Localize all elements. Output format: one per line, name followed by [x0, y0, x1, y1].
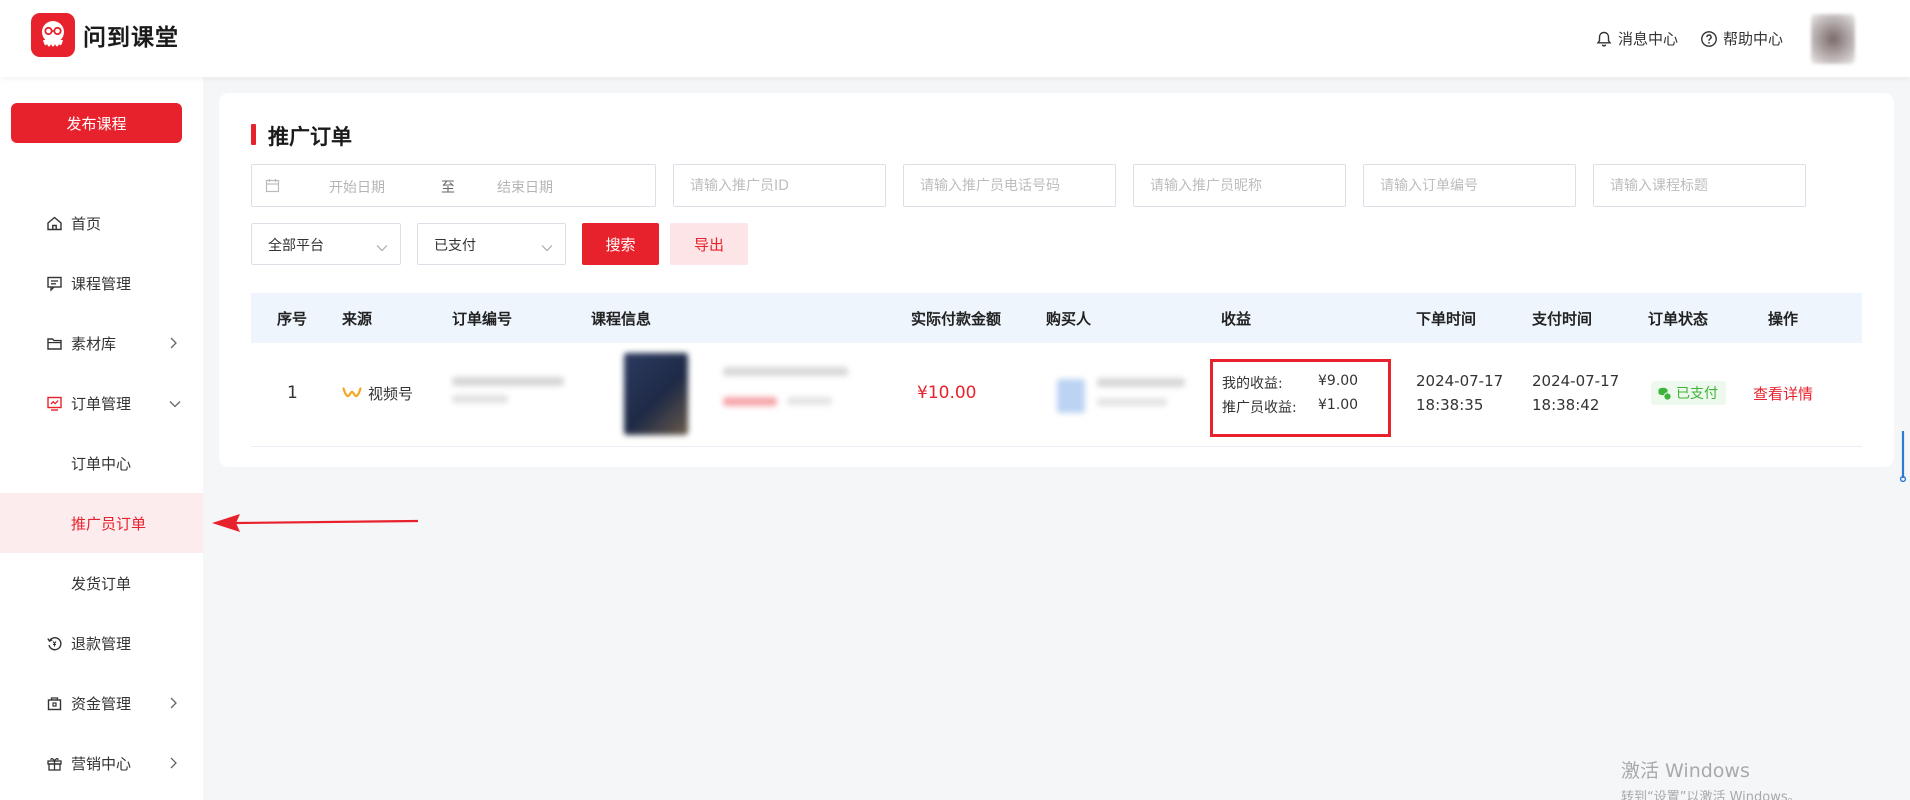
col-order-time: 下单时间: [1416, 310, 1477, 328]
promoter-phone-input[interactable]: [903, 164, 1116, 207]
gift-icon: [45, 754, 63, 772]
promoter-income-label: 推广员收益:: [1222, 400, 1297, 416]
calendar-icon: [265, 178, 280, 197]
view-details-link[interactable]: 查看详情: [1753, 383, 1813, 404]
coins-icon: [1658, 387, 1672, 401]
col-paid-amount: 实际付款金额: [911, 310, 1002, 328]
help-circle-icon: [1701, 30, 1717, 47]
promoter-nickname-input[interactable]: [1133, 164, 1346, 207]
promotion-orders-card: 推广订单 开始日期 至 结束日期 全部平台 已支付 搜索 导出 序号 来源 订单…: [219, 93, 1894, 467]
blurred-course-title: [723, 367, 848, 376]
sidebar: 发布课程 首页 课程管理 素材库 订单管理 订单中心 推广员订单 发货订单 退款…: [0, 77, 203, 800]
sidebar-item-shipping-orders[interactable]: 发货订单: [0, 553, 203, 613]
blurred-course-price: [723, 397, 777, 406]
col-actions: 操作: [1768, 310, 1799, 328]
row-paid-amount: ¥10.00: [917, 383, 977, 403]
chevron-down-icon: [376, 240, 388, 256]
refund-icon: [45, 634, 63, 652]
sidebar-item-refund-management[interactable]: 退款管理: [0, 613, 203, 673]
order-number-input[interactable]: [1363, 164, 1576, 207]
folder-icon: [45, 334, 63, 352]
chevron-down-icon: [168, 396, 182, 414]
pay-status-select[interactable]: 已支付: [417, 223, 566, 265]
brand-logo[interactable]: 问到课堂: [31, 13, 179, 57]
course-icon: [45, 274, 63, 292]
course-thumbnail[interactable]: [624, 353, 688, 435]
sidebar-item-course-management[interactable]: 课程管理: [0, 253, 203, 313]
search-button[interactable]: 搜索: [582, 223, 659, 265]
messages-label: 消息中心: [1617, 30, 1678, 48]
scroll-indicator[interactable]: [1900, 430, 1906, 484]
col-index: 序号: [277, 310, 308, 328]
help-link[interactable]: 帮助中心: [1700, 28, 1783, 49]
row-source: 视频号: [342, 383, 413, 404]
sidebar-item-marketing-center[interactable]: 营销中心: [0, 733, 203, 793]
sidebar-item-fund-management[interactable]: 资金管理: [0, 673, 203, 733]
order-time: 18:38:35: [1416, 396, 1484, 414]
end-date-placeholder[interactable]: 结束日期: [497, 177, 553, 197]
col-course-info: 课程信息: [591, 310, 652, 328]
blurred-buyer-id: [1097, 398, 1167, 406]
pay-date: 2024-07-17: [1532, 372, 1620, 390]
brand-name: 问到课堂: [83, 25, 179, 51]
home-icon: [45, 214, 63, 232]
blurred-buyer-name: [1097, 378, 1185, 387]
windows-activation-watermark: 激活 Windows 转到“设置”以激活 Windows。: [1621, 760, 1801, 800]
chevron-right-icon: [168, 756, 178, 774]
col-order-status: 订单状态: [1648, 310, 1709, 328]
col-pay-time: 支付时间: [1532, 310, 1593, 328]
channels-icon: [342, 386, 362, 397]
col-income: 收益: [1221, 310, 1252, 328]
platform-select[interactable]: 全部平台: [251, 223, 401, 265]
blurred-order-number-line2: [452, 395, 508, 403]
col-order-number: 订单编号: [452, 310, 513, 328]
bell-icon: [1596, 31, 1612, 46]
date-range-separator: 至: [441, 180, 455, 196]
sidebar-item-order-management[interactable]: 订单管理: [0, 373, 203, 433]
messages-link[interactable]: 消息中心: [1595, 28, 1678, 49]
sidebar-item-order-center[interactable]: 订单中心: [0, 433, 203, 493]
annotation-arrow: [212, 514, 419, 532]
page-title: 推广订单: [251, 121, 352, 151]
course-title-input[interactable]: [1593, 164, 1806, 207]
top-header: 问到课堂 消息中心 帮助中心: [0, 0, 1910, 77]
chevron-right-icon: [168, 696, 178, 714]
my-income-value: ¥9.00: [1318, 373, 1359, 389]
start-date-placeholder[interactable]: 开始日期: [329, 177, 385, 197]
income-highlight-box: 我的收益: ¥9.00 推广员收益: ¥1.00: [1210, 359, 1391, 437]
sidebar-item-promoter-orders[interactable]: 推广员订单: [0, 493, 203, 553]
buyer-avatar: [1057, 379, 1085, 413]
date-range-picker[interactable]: 开始日期 至 结束日期: [251, 164, 656, 207]
promoter-income-value: ¥1.00: [1318, 397, 1359, 413]
user-avatar[interactable]: [1811, 13, 1855, 64]
help-label: 帮助中心: [1722, 30, 1783, 48]
blurred-order-number: [452, 377, 564, 386]
order-icon: [45, 394, 63, 412]
order-date: 2024-07-17: [1416, 372, 1504, 390]
pay-time: 18:38:42: [1532, 396, 1600, 414]
promoter-id-input[interactable]: [673, 164, 886, 207]
sidebar-item-home[interactable]: 首页: [0, 193, 203, 253]
wallet-icon: [45, 694, 63, 712]
sidebar-item-material-library[interactable]: 素材库: [0, 313, 203, 373]
chevron-right-icon: [168, 336, 178, 354]
my-income-label: 我的收益:: [1222, 376, 1283, 392]
table-header: 序号 来源 订单编号 课程信息 实际付款金额 购买人 收益 下单时间 支付时间 …: [251, 293, 1862, 343]
row-index: 1: [287, 383, 298, 403]
chevron-down-icon: [541, 240, 553, 256]
table-row: 1 视频号 ¥10.00 我的收益: ¥9.00 推广员收益: ¥1.00 20…: [251, 343, 1862, 447]
col-source: 来源: [342, 310, 373, 328]
publish-course-button[interactable]: 发布课程: [11, 103, 182, 143]
status-badge: 已支付: [1651, 381, 1726, 405]
blurred-course-meta: [787, 397, 832, 405]
logo-octopus-icon: [31, 13, 75, 57]
col-buyer: 购买人: [1046, 310, 1092, 328]
export-button[interactable]: 导出: [670, 223, 748, 265]
